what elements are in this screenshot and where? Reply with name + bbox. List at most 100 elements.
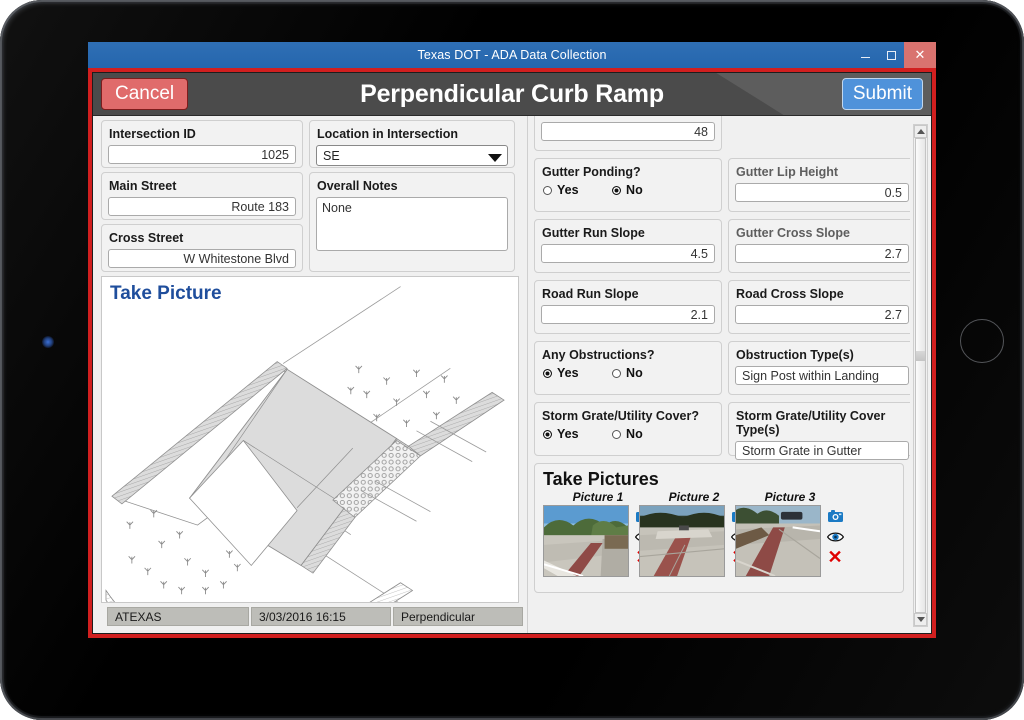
app-frame: Cancel Perpendicular Curb Ramp Submit In… <box>92 72 932 634</box>
minimize-icon <box>860 56 870 59</box>
window-controls: ✕ <box>852 42 936 68</box>
radio-gutter-ponding-yes[interactable]: Yes <box>543 183 579 197</box>
picture-2-thumbnail[interactable] <box>639 505 725 577</box>
input-road-run-slope[interactable]: 2.1 <box>541 305 715 324</box>
label-overall-notes: Overall Notes <box>317 179 398 193</box>
select-location-in-intersection[interactable]: SE <box>316 145 508 166</box>
application-window: Texas DOT - ADA Data Collection ✕ Cancel… <box>88 42 936 638</box>
field-location-in-intersection: Location in Intersection SE <box>309 120 515 168</box>
field-storm-grate-types: Storm Grate/Utility Cover Type(s) Storm … <box>728 402 910 460</box>
page-title: Perpendicular Curb Ramp <box>360 80 664 108</box>
maximize-icon <box>886 50 896 60</box>
radio-obstructions-no[interactable]: No <box>612 366 643 380</box>
radiogroup-any-obstructions: Yes No <box>535 362 721 380</box>
label-gutter-ponding: Gutter Ponding? <box>542 165 641 179</box>
input-gutter-lip-height[interactable]: 0.5 <box>735 183 909 202</box>
row-road-slopes: Road Run Slope 2.1 Road Cross Slope 2.7 <box>534 280 910 334</box>
radio-label-no: No <box>626 366 643 380</box>
status-agency: ATEXAS <box>107 607 249 626</box>
label-location-in-intersection: Location in Intersection <box>317 127 458 141</box>
tablet-device: Texas DOT - ADA Data Collection ✕ Cancel… <box>0 0 1024 720</box>
input-intersection-id[interactable]: 1025 <box>108 145 296 164</box>
radio-gutter-ponding-no[interactable]: No <box>612 183 643 197</box>
radio-dot-icon <box>543 186 552 195</box>
field-obstruction-types: Obstruction Type(s) Sign Post within Lan… <box>728 341 910 395</box>
form-body: Intersection ID 1025 Main Street Route 1… <box>93 116 931 633</box>
label-any-obstructions: Any Obstructions? <box>542 348 655 362</box>
camera-icon[interactable] <box>825 505 845 526</box>
radio-label-no: No <box>626 183 643 197</box>
textarea-overall-notes[interactable]: None <box>316 197 508 251</box>
submit-button[interactable]: Submit <box>841 78 923 110</box>
field-crosswalk-1-width: Crosswalk 1 Width 48 <box>534 116 722 151</box>
chevron-down-icon <box>488 154 502 162</box>
field-gutter-lip-height: Gutter Lip Height 0.5 <box>728 158 910 212</box>
input-crosswalk-1-width[interactable]: 48 <box>541 122 715 141</box>
triangle-up-icon <box>916 129 925 134</box>
radio-obstructions-yes[interactable]: Yes <box>543 366 579 380</box>
ramp-diagram-panel: Take Picture <box>101 276 519 603</box>
scrollbar-thumb[interactable] <box>915 138 926 613</box>
label-main-street: Main Street <box>109 179 177 193</box>
right-scroll-viewport: Crosswalk 1 Width 48 Gutter Ponding? Yes <box>528 116 910 633</box>
take-pictures-panel: Take Pictures Picture 1 Picture 2 Pictur… <box>534 463 904 593</box>
take-pictures-heading: Take Pictures <box>543 469 659 489</box>
select-location-value: SE <box>323 149 340 163</box>
input-main-street[interactable]: Route 183 <box>108 197 296 216</box>
field-overall-notes: Overall Notes None <box>309 172 515 272</box>
home-button[interactable] <box>960 319 1004 363</box>
picture-1-caption: Picture 1 <box>572 490 624 504</box>
label-intersection-id: Intersection ID <box>109 127 196 141</box>
row-storm-grate: Storm Grate/Utility Cover? Yes No Storm … <box>534 402 910 460</box>
picture-3-caption: Picture 3 <box>764 490 816 504</box>
minimize-button[interactable] <box>852 42 878 68</box>
label-obstruction-types: Obstruction Type(s) <box>736 348 854 362</box>
label-road-run-slope: Road Run Slope <box>542 287 639 301</box>
radio-storm-grate-yes[interactable]: Yes <box>543 427 579 441</box>
radio-dot-selected-icon <box>543 369 552 378</box>
picture-3-tools: ✕ <box>825 505 845 568</box>
window-titlebar: Texas DOT - ADA Data Collection ✕ <box>88 42 936 68</box>
field-cross-street: Cross Street W Whitestone Blvd <box>101 224 303 272</box>
radio-dot-selected-icon <box>612 186 622 195</box>
field-road-cross-slope: Road Cross Slope 2.7 <box>728 280 910 334</box>
take-picture-label: Take Picture <box>110 283 222 304</box>
scroll-up-button[interactable] <box>914 125 927 138</box>
field-road-run-slope: Road Run Slope 2.1 <box>534 280 722 334</box>
row-crosswalk-width: Crosswalk 1 Width 48 <box>534 116 904 151</box>
radio-storm-grate-no[interactable]: No <box>612 427 643 441</box>
curb-ramp-isometric-drawing[interactable] <box>102 277 518 602</box>
input-obstruction-types[interactable]: Sign Post within Landing <box>735 366 909 385</box>
radio-label-yes: Yes <box>557 427 579 441</box>
status-ramp-type: Perpendicular <box>393 607 523 626</box>
delete-picture-3-icon[interactable]: ✕ <box>825 547 845 568</box>
row-gutter-slopes: Gutter Run Slope 4.5 Gutter Cross Slope … <box>534 219 910 273</box>
row-obstructions: Any Obstructions? Yes No Obstruction Typ… <box>534 341 910 395</box>
scrollbar-grip <box>916 351 925 361</box>
label-cross-street: Cross Street <box>109 231 184 245</box>
input-road-cross-slope[interactable]: 2.7 <box>735 305 909 324</box>
label-crosswalk-1-width: Crosswalk 1 Width <box>535 116 721 118</box>
input-gutter-cross-slope[interactable]: 2.7 <box>735 244 909 263</box>
input-gutter-run-slope[interactable]: 4.5 <box>541 244 715 263</box>
vertical-scrollbar[interactable] <box>913 124 928 627</box>
label-storm-grate: Storm Grate/Utility Cover? <box>542 409 699 423</box>
scroll-down-button[interactable] <box>914 613 927 626</box>
triangle-down-icon <box>916 617 925 622</box>
input-cross-street[interactable]: W Whitestone Blvd <box>108 249 296 268</box>
radio-label-no: No <box>626 427 643 441</box>
field-main-street: Main Street Route 183 <box>101 172 303 220</box>
eye-icon[interactable] <box>825 526 845 547</box>
input-storm-grate-types[interactable]: Storm Grate in Gutter <box>735 441 909 460</box>
radio-label-yes: Yes <box>557 366 579 380</box>
picture-slot-2: Picture 2 <box>639 490 749 577</box>
picture-3-thumbnail[interactable] <box>735 505 821 577</box>
maximize-button[interactable] <box>878 42 904 68</box>
field-intersection-id: Intersection ID 1025 <box>101 120 303 168</box>
picture-slot-1: Picture 1 <box>543 490 653 577</box>
status-timestamp: 3/03/2016 16:15 <box>251 607 391 626</box>
close-button[interactable]: ✕ <box>904 42 936 68</box>
label-gutter-lip-height: Gutter Lip Height <box>736 165 839 179</box>
picture-1-thumbnail[interactable] <box>543 505 629 577</box>
radio-dot-icon <box>612 369 622 378</box>
